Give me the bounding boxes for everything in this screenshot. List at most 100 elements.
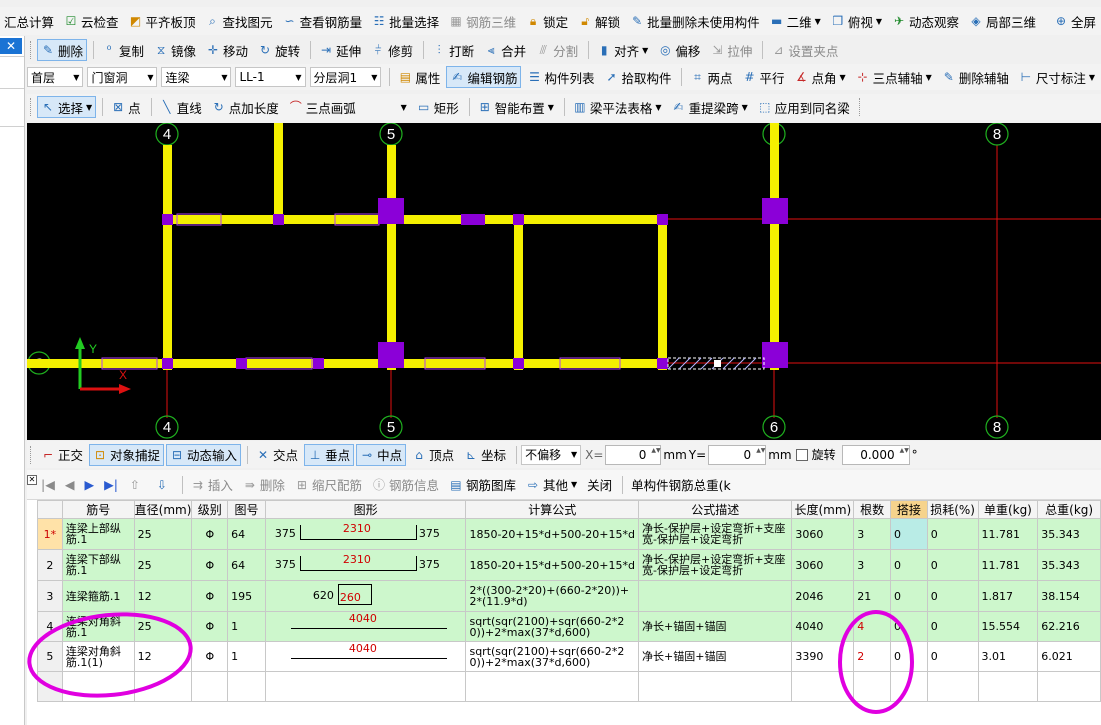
cell-loss[interactable]: 0 — [926, 611, 979, 642]
cell-figure-no[interactable]: 195 — [227, 580, 266, 612]
member-list-button[interactable]: ☰ 构件列表 — [523, 66, 598, 88]
close-panel-icon[interactable]: ✕ — [0, 38, 22, 54]
cell-formula-desc[interactable]: 净长+锚固+锚固 — [638, 641, 793, 672]
dynamic-input-button[interactable]: ⊟ 动态输入 — [166, 443, 242, 466]
cell-loss[interactable]: 0 — [926, 641, 979, 672]
local-3d-button[interactable]: ◈ 局部三维 — [965, 10, 1040, 32]
header-formula-desc[interactable]: 公式描述 — [638, 500, 793, 519]
grip-handle[interactable] — [714, 360, 721, 367]
intersection-button[interactable]: ✕ 交点 — [252, 444, 302, 466]
cell-formula[interactable]: 1850-20+15*d+500-20+15*d — [465, 518, 640, 550]
header-unit-weight[interactable]: 单重(kg) — [977, 500, 1039, 519]
midpoint-button[interactable]: ⊸ 中点 — [356, 443, 407, 466]
toolbar-grip[interactable] — [30, 445, 33, 464]
dimension-button[interactable]: ⊢ 尺寸标注 ▼ — [1015, 66, 1099, 88]
cell-bar-name[interactable]: 连梁对角斜筋.1 — [61, 611, 135, 642]
header-total-weight[interactable]: 总重(kg) — [1037, 500, 1101, 519]
view-2d-button[interactable]: ▬ 二维 ▼ — [766, 10, 825, 32]
cell-total-weight[interactable]: 35.343 — [1037, 518, 1101, 550]
drawing-canvas[interactable]: 4 5 6 8 4 5 6 8 C — [27, 123, 1101, 440]
cell-shape[interactable]: 4040 — [264, 611, 467, 642]
table-row-empty[interactable] — [37, 671, 1101, 702]
last-record-button[interactable]: ▶| — [100, 474, 122, 496]
table-row[interactable]: 3 连梁箍筋.1 12 Φ 195 620 260 2*((300-2*20)+… — [37, 580, 1101, 612]
object-snap-button[interactable]: ⊡ 对象捕捉 — [89, 443, 165, 466]
first-record-button[interactable]: |◀ — [37, 474, 59, 496]
cell-bar-name[interactable]: 连梁上部纵筋.1 — [61, 518, 135, 550]
cell-empty[interactable] — [465, 671, 640, 702]
toolbar-grip[interactable] — [30, 41, 33, 59]
beam-table-button[interactable]: ▥ 梁平法表格 ▼ — [569, 96, 666, 118]
toolbar-grip[interactable] — [858, 98, 862, 116]
rebar-view-button[interactable]: ∽ 查看钢筋量 — [279, 10, 367, 32]
cell-grade[interactable]: Φ — [191, 641, 229, 672]
other-button[interactable]: ⇨ 其他 ▼ — [522, 474, 581, 496]
cell-unit-weight[interactable]: 1.817 — [977, 580, 1039, 612]
orbit-button[interactable]: ✈ 动态观察 — [888, 10, 963, 32]
three-point-axis-button[interactable]: ⊹ 三点辅轴 ▼ — [852, 66, 936, 88]
vertex-button[interactable]: ⌂ 顶点 — [408, 444, 458, 466]
cell-figure-no[interactable]: 64 — [227, 549, 266, 581]
cell-empty[interactable] — [1037, 671, 1101, 702]
align-button[interactable]: ▮ 对齐 ▼ — [593, 39, 652, 61]
arc-button[interactable]: ⌒ 三点画弧 ▼ — [285, 96, 411, 118]
cell-diameter[interactable]: 12 — [133, 641, 193, 672]
cell-grade[interactable]: Φ — [191, 518, 229, 550]
cell-grade[interactable]: Φ — [191, 549, 229, 581]
cell-empty[interactable] — [889, 671, 928, 702]
cell-total-weight[interactable]: 35.343 — [1037, 549, 1101, 581]
cell-bar-name[interactable]: 连梁下部纵筋.1 — [61, 549, 135, 581]
rotate-checkbox[interactable] — [795, 448, 808, 461]
perpendicular-button[interactable]: ⊥ 垂点 — [304, 443, 355, 466]
cell-empty[interactable] — [61, 671, 135, 702]
cell-empty[interactable] — [264, 671, 467, 702]
smart-layout-button[interactable]: ⊞ 智能布置 ▼ — [474, 96, 558, 118]
cell-lap[interactable]: 0 — [889, 641, 928, 672]
offset-mode-select[interactable]: 不偏移 ▼ — [521, 444, 582, 465]
floor-select[interactable]: 首层 ▼ — [27, 67, 84, 87]
unlock-button[interactable]: 🔓︎ 解锁 — [574, 10, 624, 32]
cell-unit-weight[interactable]: 15.554 — [977, 611, 1039, 642]
prev-record-button[interactable]: ◀ — [61, 474, 79, 496]
property-button[interactable]: ▤ 属性 — [394, 66, 444, 88]
rotate-button[interactable]: ↻ 旋转 — [254, 39, 304, 61]
rebar-info-button[interactable]: ⓘ 钢筋信息 — [368, 474, 443, 496]
cell-empty[interactable] — [191, 671, 229, 702]
type-select[interactable]: 连梁 ▼ — [161, 67, 232, 87]
insert-row-button[interactable]: ⇉ 插入 — [187, 474, 237, 496]
row-number[interactable]: 4 — [37, 611, 63, 642]
point-length-button[interactable]: ↻ 点加长度 — [208, 96, 283, 118]
cell-empty[interactable] — [227, 671, 266, 702]
cell-length[interactable]: 4040 — [791, 611, 855, 642]
cell-lap[interactable]: 0 — [889, 580, 928, 612]
top-view-button[interactable]: ❒ 俯视 ▼ — [827, 10, 886, 32]
cell-empty[interactable] — [133, 671, 193, 702]
table-row[interactable]: 2 连梁下部纵筋.1 25 Φ 64 375 2310 375 1850-20+… — [37, 549, 1101, 581]
move-down-button[interactable]: ⇩ — [151, 474, 176, 496]
offset-button[interactable]: ◎ 偏移 — [654, 39, 704, 61]
row-number[interactable]: 2 — [37, 549, 63, 581]
rectangle-button[interactable]: ▭ 矩形 — [413, 96, 463, 118]
header-shape[interactable]: 图形 — [264, 500, 467, 519]
split-button[interactable]: ⫻ 分割 — [532, 39, 582, 61]
table-row[interactable]: 1* 连梁上部纵筋.1 25 Φ 64 375 2310 375 1850-20… — [37, 518, 1101, 550]
table-row[interactable]: 5 连梁对角斜筋.1(1) 12 Φ 1 4040 sqrt(sqr(2100)… — [37, 641, 1101, 672]
cell-empty[interactable] — [853, 671, 891, 702]
cell-count[interactable]: 3 — [853, 518, 891, 550]
copy-button[interactable]: ⁰ 复制 — [98, 39, 148, 61]
header-diameter[interactable]: 直径(mm) — [133, 500, 193, 519]
y-coordinate-input[interactable]: 0 — [708, 444, 767, 465]
parallel-button[interactable]: # 平行 — [738, 66, 788, 88]
delete-button[interactable]: ✎ 删除 — [37, 39, 88, 61]
cell-unit-weight[interactable]: 11.781 — [977, 549, 1039, 581]
cell-formula[interactable]: 2*((300-2*20)+(660-2*20))+2*(11.9*d) — [465, 580, 640, 612]
summary-calc-button[interactable]: 汇总计算 — [0, 10, 58, 32]
expand-toggle-icon[interactable]: ✕ — [27, 475, 37, 485]
point-angle-button[interactable]: ∡ 点角 ▼ — [790, 66, 849, 88]
header-lap[interactable]: 搭接 — [889, 500, 928, 519]
cell-figure-no[interactable]: 1 — [227, 641, 266, 672]
cell-lap[interactable]: 0 — [889, 611, 928, 642]
cell-unit-weight[interactable]: 11.781 — [977, 518, 1039, 550]
header-figure-no[interactable]: 图号 — [227, 500, 266, 519]
rebar-library-button[interactable]: ▤ 钢筋图库 — [445, 474, 520, 496]
